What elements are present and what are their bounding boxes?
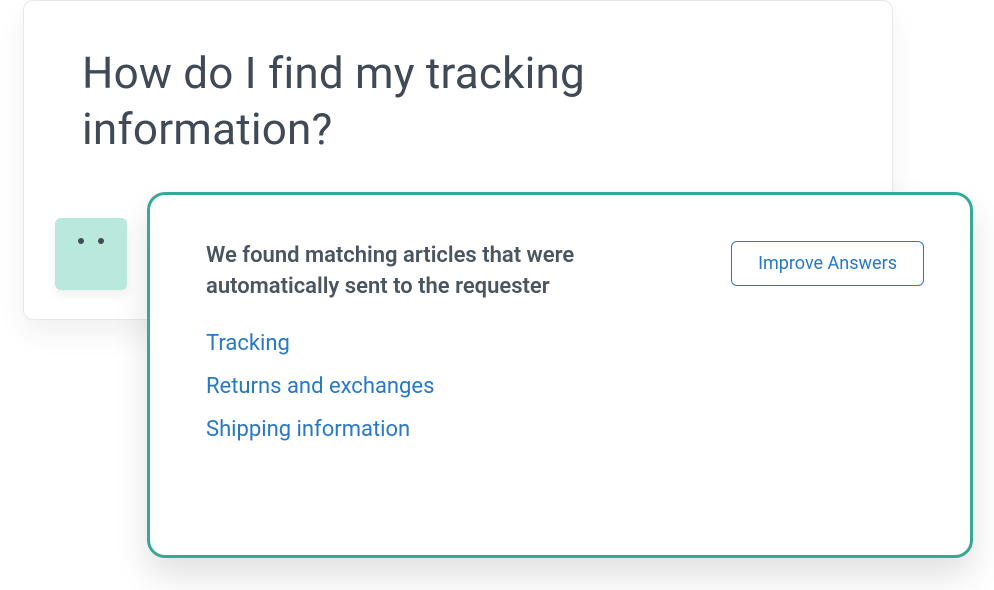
list-item: Returns and exchanges xyxy=(206,374,924,399)
improve-answers-button[interactable]: Improve Answers xyxy=(731,241,924,286)
article-link-returns[interactable]: Returns and exchanges xyxy=(206,374,434,399)
article-list: Tracking Returns and exchanges Shipping … xyxy=(206,331,924,442)
answers-card: We found matching articles that were aut… xyxy=(147,192,973,558)
bot-face-icon xyxy=(78,238,104,244)
list-item: Tracking xyxy=(206,331,924,356)
stage: How do I find my tracking information? W… xyxy=(0,0,994,590)
article-link-tracking[interactable]: Tracking xyxy=(206,331,290,356)
bot-avatar xyxy=(55,218,127,290)
question-title: How do I find my tracking information? xyxy=(82,45,832,158)
article-link-shipping[interactable]: Shipping information xyxy=(206,417,410,442)
answers-header: We found matching articles that were aut… xyxy=(206,241,924,303)
list-item: Shipping information xyxy=(206,417,924,442)
answers-heading: We found matching articles that were aut… xyxy=(206,241,636,303)
